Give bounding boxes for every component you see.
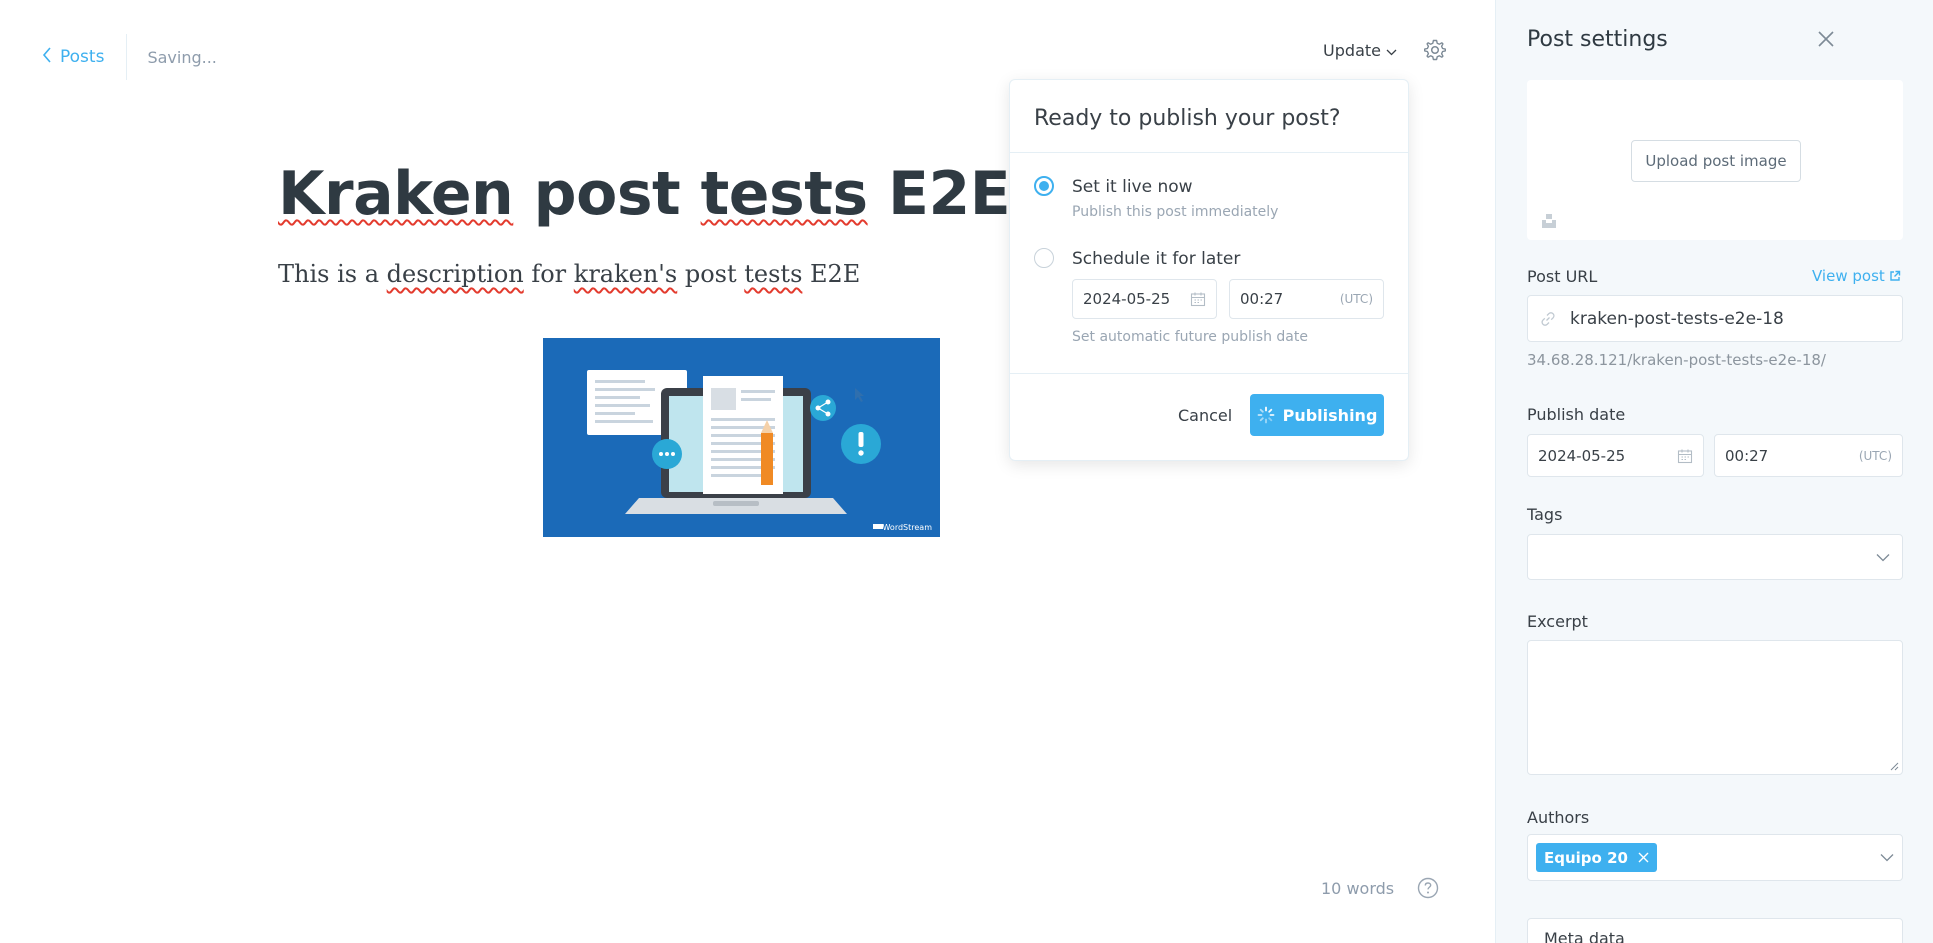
- link-icon: [1540, 311, 1556, 327]
- schedule-timezone: (UTC): [1339, 292, 1373, 306]
- editor-pane: Posts Saving... Update Kraken post tests…: [0, 0, 1495, 943]
- schedule-note: Set automatic future publish date: [1072, 329, 1308, 345]
- set-live-now-label[interactable]: Set it live now: [1072, 177, 1193, 197]
- post-settings-heading: Post settings: [1527, 27, 1668, 52]
- chevron-down-icon: [1880, 853, 1894, 862]
- publish-time-value: 00:27: [1725, 446, 1769, 465]
- topbar-divider: [126, 34, 128, 80]
- post-url-preview: 34.68.28.121/kraken-post-tests-e2e-18/: [1527, 351, 1826, 369]
- upload-post-image-button[interactable]: Upload post image: [1631, 140, 1801, 182]
- post-url-input[interactable]: kraken-post-tests-e2e-18: [1527, 295, 1903, 342]
- resize-grip-icon[interactable]: [1890, 762, 1899, 771]
- close-settings-button[interactable]: [1816, 29, 1836, 49]
- desc-segment-5: post: [677, 260, 745, 288]
- publish-time-input[interactable]: 00:27 (UTC): [1714, 434, 1903, 477]
- post-description[interactable]: This is a description for kraken's post …: [278, 260, 860, 288]
- publish-date-value: 2024-05-25: [1538, 446, 1626, 465]
- meta-data-card[interactable]: Meta data: [1527, 918, 1903, 943]
- popover-divider-top: [1010, 152, 1408, 153]
- desc-segment-7: E2E: [802, 260, 861, 288]
- tags-label: Tags: [1527, 505, 1563, 524]
- chevron-down-icon: [1876, 553, 1890, 562]
- excerpt-textarea[interactable]: [1527, 640, 1903, 775]
- help-button[interactable]: [1417, 877, 1439, 899]
- schedule-later-radio[interactable]: [1034, 248, 1054, 268]
- post-title-word-post: post: [513, 159, 701, 229]
- update-label: Update: [1323, 40, 1381, 60]
- desc-word-tests: tests: [744, 260, 803, 288]
- publish-popover-heading: Ready to publish your post?: [1034, 106, 1341, 131]
- external-link-icon: [1889, 270, 1901, 282]
- desc-segment-3: for: [523, 260, 574, 288]
- publish-date-label: Publish date: [1527, 405, 1626, 424]
- settings-gear-button[interactable]: [1423, 38, 1447, 62]
- author-token: Equipo 20: [1536, 843, 1657, 872]
- image-watermark-text: WordStream: [882, 523, 932, 532]
- desc-segment-1: This is a: [278, 260, 387, 288]
- calendar-icon: [1677, 448, 1693, 464]
- set-live-now-sublabel: Publish this post immediately: [1072, 204, 1279, 220]
- editor-topbar-right: Update: [1323, 38, 1447, 62]
- authors-input[interactable]: Equipo 20: [1527, 834, 1903, 881]
- desc-word-krakens: kraken's: [573, 260, 678, 288]
- desc-word-description: description: [386, 260, 524, 288]
- spinner-icon: [1257, 406, 1275, 424]
- post-content-image[interactable]: WordStream: [543, 338, 940, 537]
- tags-input[interactable]: [1527, 534, 1903, 580]
- post-title-word-tests: tests: [700, 159, 868, 229]
- view-post-label: View post: [1812, 267, 1885, 285]
- unsplash-icon: [1541, 213, 1557, 229]
- meta-data-label: Meta data: [1544, 929, 1625, 943]
- schedule-time-value: 00:27: [1240, 290, 1284, 308]
- cancel-button[interactable]: Cancel: [1178, 406, 1232, 425]
- publish-date-input[interactable]: 2024-05-25: [1527, 434, 1704, 477]
- publishing-label: Publishing: [1282, 405, 1378, 425]
- back-to-posts-link[interactable]: Posts: [42, 46, 104, 69]
- post-settings-panel: Post settings Upload post image Post URL…: [1495, 0, 1933, 943]
- view-post-link[interactable]: View post: [1812, 267, 1901, 285]
- post-title[interactable]: Kraken post tests E2E: [278, 159, 1011, 229]
- editor-topbar-left: Posts Saving...: [42, 34, 217, 80]
- gear-icon: [1423, 38, 1447, 62]
- word-count: 10 words: [1321, 879, 1395, 898]
- schedule-later-label[interactable]: Schedule it for later: [1072, 249, 1240, 269]
- publishing-button[interactable]: Publishing: [1250, 394, 1384, 436]
- remove-author-icon[interactable]: [1638, 852, 1649, 863]
- calendar-icon: [1190, 291, 1206, 307]
- back-label: Posts: [60, 47, 105, 67]
- unsplash-button[interactable]: [1541, 213, 1557, 229]
- save-status: Saving...: [147, 47, 217, 67]
- authors-label: Authors: [1527, 808, 1590, 827]
- schedule-date-input[interactable]: 2024-05-25: [1072, 279, 1217, 319]
- post-title-word-e2e: E2E: [867, 159, 1011, 229]
- excerpt-label: Excerpt: [1527, 612, 1588, 631]
- set-live-now-radio[interactable]: [1034, 176, 1054, 196]
- author-name: Equipo 20: [1544, 848, 1628, 867]
- post-url-label: Post URL: [1527, 267, 1598, 286]
- chevron-left-icon: [42, 46, 52, 69]
- post-image-dropzone[interactable]: Upload post image: [1527, 80, 1903, 240]
- schedule-date-value: 2024-05-25: [1083, 290, 1171, 308]
- close-icon: [1816, 29, 1836, 49]
- update-button[interactable]: Update: [1323, 41, 1397, 60]
- publish-popover: Ready to publish your post? Set it live …: [1009, 79, 1409, 461]
- post-url-slug: kraken-post-tests-e2e-18: [1570, 308, 1784, 329]
- post-title-word-kraken: Kraken: [278, 159, 514, 229]
- question-circle-icon: [1417, 877, 1439, 899]
- popover-divider-bottom: [1010, 373, 1408, 374]
- schedule-time-input[interactable]: 00:27 (UTC): [1229, 279, 1384, 319]
- publish-timezone: (UTC): [1858, 448, 1892, 463]
- chevron-down-icon: [1386, 41, 1397, 60]
